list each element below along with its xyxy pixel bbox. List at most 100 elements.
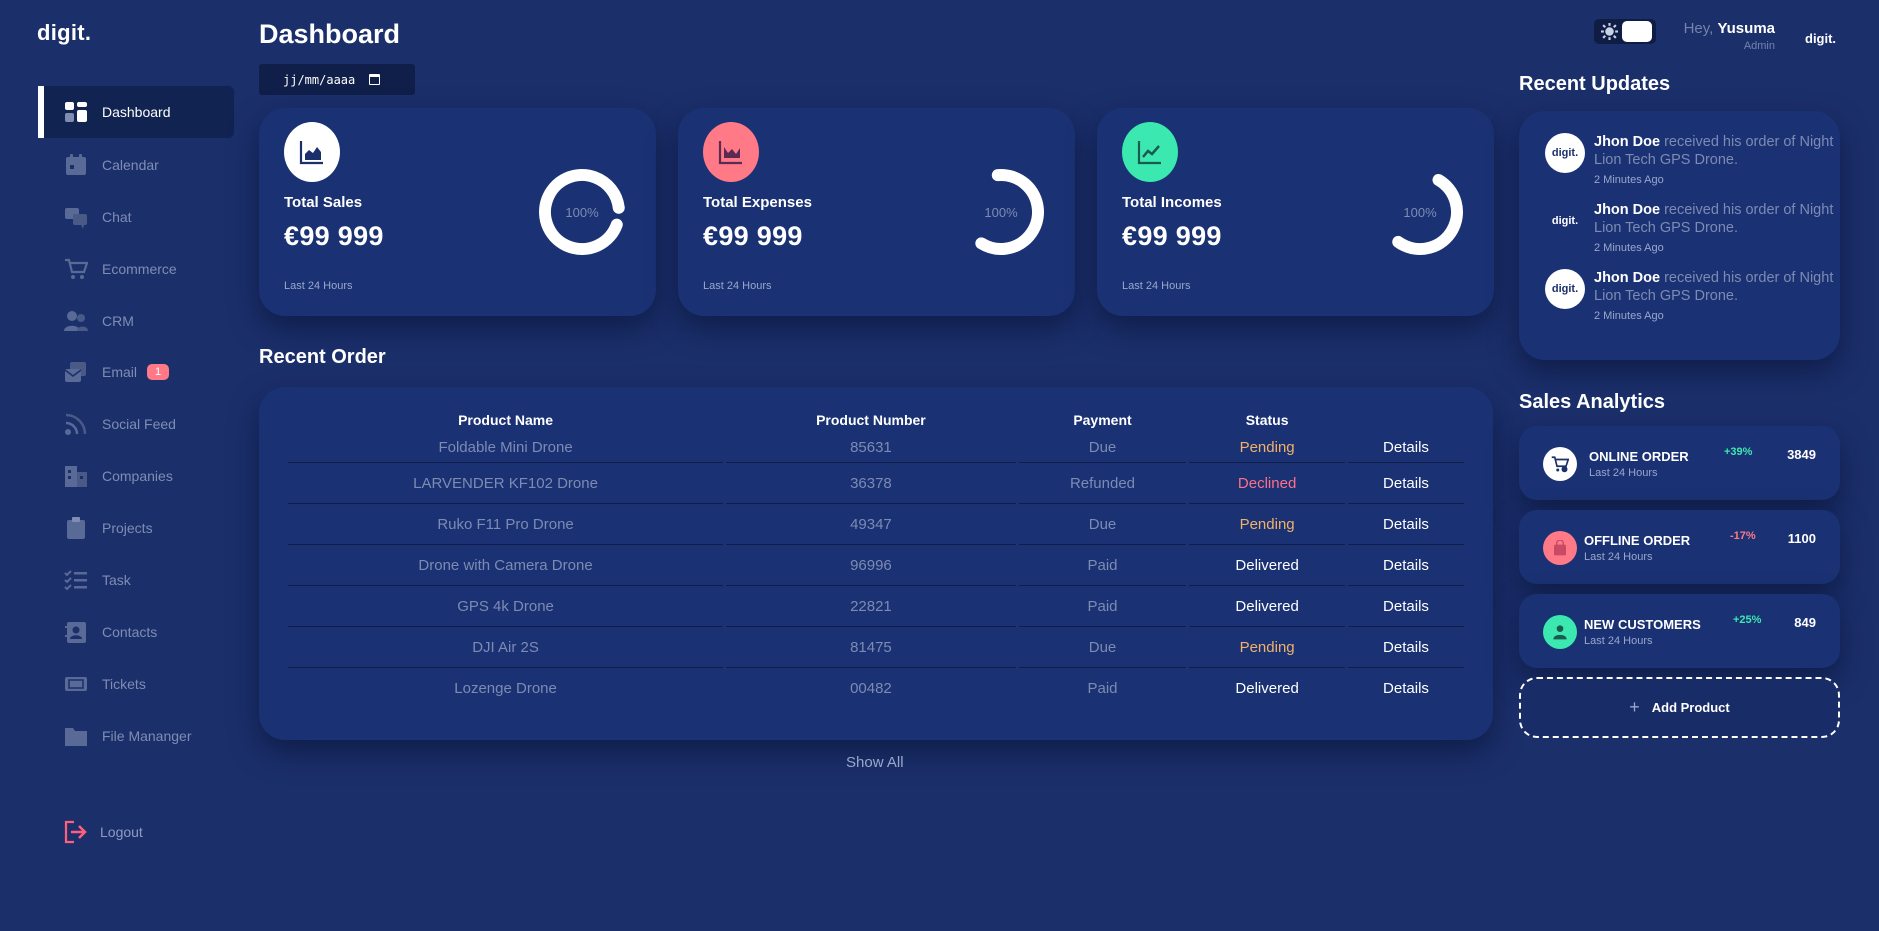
progress-ring: 100%	[538, 168, 626, 256]
analytics-name: NEW CUSTOMERS	[1584, 617, 1701, 632]
analytics-icon-circle	[1543, 531, 1577, 565]
chat-icon	[65, 207, 87, 229]
sidebar-item-email[interactable]: Email 1	[38, 347, 234, 397]
bag-icon	[1554, 540, 1566, 556]
payment: Paid	[1018, 586, 1187, 627]
product-number: 36378	[726, 463, 1016, 504]
payment: Refunded	[1018, 463, 1187, 504]
product-name: GPS 4k Drone	[288, 586, 724, 627]
analytics-percent: -17%	[1730, 530, 1756, 542]
table-row: Drone with Camera Drone 96996 Paid Deliv…	[288, 545, 1464, 586]
new-customers-card: NEW CUSTOMERS Last 24 Hours +25% 849	[1519, 594, 1840, 668]
product-name: LARVENDER KF102 Drone	[288, 463, 724, 504]
sidebar-item-task[interactable]: Task	[38, 555, 234, 605]
sidebar-item-ecommerce[interactable]: Ecommerce	[38, 244, 234, 294]
expenses-icon-circle	[703, 122, 759, 182]
update-item: digit. Jhon Doe received his order of Ni…	[1545, 269, 1835, 325]
stat-value: €99 999	[703, 221, 803, 251]
ticket-icon	[65, 676, 87, 691]
details-link[interactable]: Details	[1347, 463, 1464, 504]
product-number: 49347	[726, 504, 1016, 545]
details-link[interactable]: Details	[1347, 545, 1464, 586]
user-icon	[1553, 625, 1567, 640]
details-link[interactable]: Details	[1347, 433, 1464, 463]
product-number: 22821	[726, 586, 1016, 627]
down-chart-icon	[718, 141, 742, 165]
col-product-number: Product Number	[816, 412, 926, 428]
folder-icon	[65, 727, 87, 746]
building-icon	[65, 466, 87, 488]
sidebar-item-projects[interactable]: Projects	[38, 503, 234, 553]
area-chart-icon	[299, 141, 323, 165]
rss-icon	[65, 414, 87, 436]
product-name: Ruko F11 Pro Drone	[288, 504, 724, 545]
update-user: Jhon Doe	[1594, 202, 1661, 218]
analytics-percent: +25%	[1733, 614, 1762, 626]
update-time: 2 Minutes Ago	[1594, 310, 1664, 322]
sidebar-item-social-feed[interactable]: Social Feed	[38, 399, 234, 449]
details-link[interactable]: Details	[1348, 668, 1464, 709]
date-picker-input[interactable]: jj/mm/aaaa	[259, 64, 415, 95]
analytics-period: Last 24 Hours	[1584, 635, 1653, 647]
payment: Paid	[1018, 545, 1187, 586]
product-number: 81475	[726, 627, 1016, 668]
sidebar-item-tickets[interactable]: Tickets	[38, 659, 234, 709]
status: Pending	[1189, 433, 1345, 463]
stat-value: €99 999	[1122, 221, 1222, 251]
status: Delivered	[1189, 545, 1345, 586]
analytics-period: Last 24 Hours	[1589, 467, 1658, 479]
product-number: 96996	[726, 545, 1016, 586]
update-user: Jhon Doe	[1594, 134, 1661, 150]
user-greeting: Hey, Yusuma Admin	[1684, 20, 1775, 52]
page-title: Dashboard	[259, 19, 401, 49]
sidebar-item-label: Task	[102, 572, 131, 589]
payment: Paid	[1087, 680, 1118, 697]
profile-avatar[interactable]: digit.	[1805, 31, 1836, 46]
user-name: Yusuma	[1717, 20, 1775, 37]
table-row: Ruko F11 Pro Drone 49347 Due Pending Det…	[288, 504, 1464, 545]
stat-label: Total Incomes	[1122, 194, 1222, 211]
sidebar-item-dashboard[interactable]: Dashboard	[38, 86, 234, 138]
details-link[interactable]: Details	[1347, 586, 1464, 627]
sidebar-item-label: Companies	[102, 468, 173, 485]
sidebar-item-calendar[interactable]: Calendar	[38, 140, 234, 190]
product-name: Foldable Mini Drone	[288, 433, 724, 463]
details-link[interactable]: Details	[1347, 504, 1464, 545]
logout-button[interactable]: Logout	[64, 820, 143, 844]
sidebar-item-companies[interactable]: Companies	[38, 451, 234, 501]
payment: Due	[1018, 433, 1187, 463]
add-product-button[interactable]: + Add Product	[1519, 677, 1840, 738]
update-user: Jhon Doe	[1594, 270, 1661, 286]
recent-order-title: Recent Order	[259, 346, 386, 368]
sidebar-item-label: Social Feed	[102, 416, 176, 433]
col-product-name: Product Name	[458, 412, 554, 428]
sidebar-item-file-manager[interactable]: File Mananger	[38, 711, 234, 761]
sidebar-item-contacts[interactable]: Contacts	[38, 607, 234, 657]
update-time: 2 Minutes Ago	[1594, 242, 1664, 254]
analytics-icon-circle	[1543, 447, 1577, 481]
sidebar-item-label: Chat	[102, 208, 132, 225]
total-sales-card: Total Sales €99 999 Last 24 Hours 100%	[259, 108, 656, 316]
analytics-count: 1100	[1787, 531, 1816, 546]
stat-period: Last 24 Hours	[284, 280, 353, 292]
sidebar-item-label: Calendar	[102, 156, 159, 173]
analytics-percent: +39%	[1724, 446, 1753, 458]
table-row: DJI Air 2S 81475 Due Pending Details	[288, 627, 1464, 668]
show-all-link[interactable]: Show All	[846, 754, 904, 771]
calendar-picker-icon[interactable]	[369, 74, 381, 85]
analytics-icon-circle	[1543, 615, 1577, 649]
sidebar-item-label: Tickets	[102, 675, 146, 692]
status: Delivered	[1235, 680, 1299, 697]
sidebar-item-crm[interactable]: CRM	[38, 296, 234, 346]
recent-orders-card: Product Name Product Number Payment Stat…	[259, 387, 1493, 740]
stat-period: Last 24 Hours	[1122, 280, 1191, 292]
details-link[interactable]: Details	[1347, 627, 1464, 668]
sidebar-item-chat[interactable]: Chat	[38, 192, 234, 242]
orders-table: Product Name Product Number Payment Stat…	[285, 407, 1467, 709]
update-time: 2 Minutes Ago	[1594, 174, 1664, 186]
brand-logo[interactable]: digit.	[37, 20, 91, 46]
line-chart-icon	[1137, 141, 1161, 165]
table-header-row: Product Name Product Number Payment Stat…	[288, 407, 1464, 433]
col-status: Status	[1245, 412, 1289, 428]
theme-toggle[interactable]	[1594, 19, 1656, 44]
